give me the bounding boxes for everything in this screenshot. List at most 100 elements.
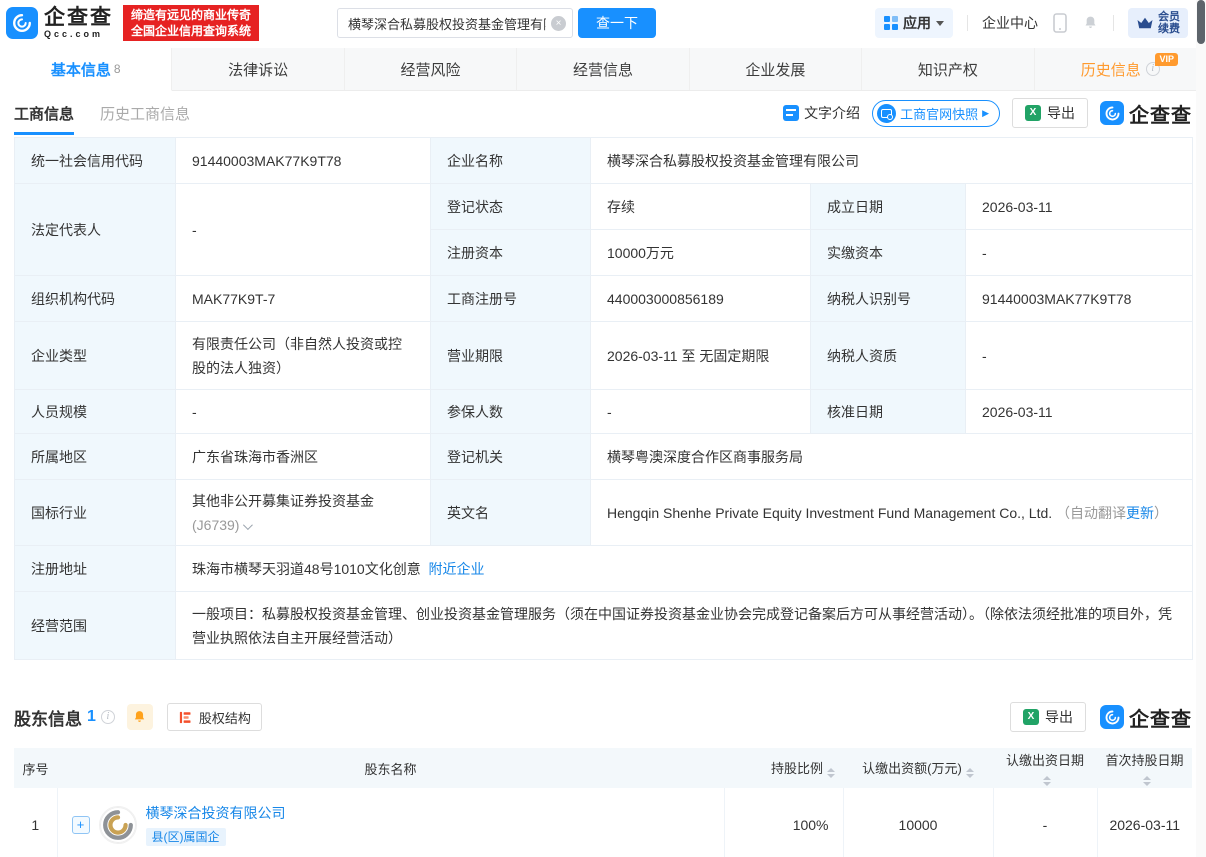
brand-slogan: 缔造有远见的商业传奇 全国企业信用查询系统: [123, 5, 259, 41]
field-value: 91440003MAK77K9T78: [966, 276, 1193, 322]
qcc-watermark-logo: 企查查: [1100, 99, 1192, 128]
search-button[interactable]: 查一下: [578, 8, 656, 38]
scrollbar-thumb[interactable]: [1197, 0, 1205, 44]
info-icon[interactable]: i: [101, 710, 115, 724]
export-button[interactable]: X 导出: [1012, 98, 1088, 128]
state-owned-tag[interactable]: 县(区)属国企: [146, 828, 226, 846]
slogan-line2: 全国企业信用查询系统: [131, 23, 251, 39]
tab-count: 8: [114, 62, 121, 76]
col-ratio-sort[interactable]: 持股比例: [724, 748, 843, 788]
date-value: -: [993, 788, 1097, 857]
snapshot-camera-icon: [877, 104, 896, 123]
business-registration-table: 统一社会信用代码 91440003MAK77K9T78 企业名称 横琴深合私募股…: [14, 137, 1193, 660]
excel-icon: X: [1023, 709, 1039, 725]
field-label: 实缴资本: [811, 230, 966, 276]
subtab-history-registration[interactable]: 历史工商信息: [100, 103, 190, 124]
address-text: 珠海市横琴天羽道48号1010文化创意: [192, 561, 421, 577]
tab-operation-risk[interactable]: 经营风险: [345, 48, 517, 90]
excel-icon: X: [1025, 105, 1041, 121]
field-label: 注册地址: [15, 546, 176, 592]
field-value-industry: 其他非公开募集证券投资基金 (J6739): [176, 480, 431, 546]
field-label: 企业名称: [431, 138, 591, 184]
field-value-english-name: Hengqin Shenhe Private Equity Investment…: [591, 480, 1193, 546]
crown-icon: [1136, 15, 1154, 31]
notification-bell-icon[interactable]: [1082, 14, 1099, 32]
col-amount-sort[interactable]: 认缴出资额(万元): [843, 748, 993, 788]
expand-plus-button[interactable]: +: [72, 816, 90, 834]
shareholders-title: 股东信息: [14, 705, 82, 730]
tab-intellectual-property[interactable]: 知识产权: [862, 48, 1034, 90]
field-label: 营业期限: [431, 322, 591, 390]
field-label: 企业类型: [15, 322, 176, 390]
chevron-down-icon: [936, 21, 944, 26]
field-label: 统一社会信用代码: [15, 138, 176, 184]
search-input[interactable]: [337, 8, 573, 38]
field-value-address: 珠海市横琴天羽道48号1010文化创意 附近企业: [176, 546, 1193, 592]
equity-structure-button[interactable]: 股权结构: [167, 703, 262, 731]
main-nav-tabs: 基本信息8 法律诉讼 经营风险 经营信息 企业发展 知识产权 历史信息 i VI…: [0, 48, 1206, 91]
qcc-swirl-icon: [11, 12, 33, 34]
first-date-value: 2026-03-11: [1097, 788, 1192, 857]
col-date-sort[interactable]: 认缴出资日期: [993, 748, 1097, 788]
qcc-logo-icon: [1100, 705, 1124, 729]
field-label: 登记状态: [431, 184, 591, 230]
field-value: 2026-03-11: [966, 184, 1193, 230]
monitor-bell-button[interactable]: [127, 704, 153, 730]
field-label: 注册资本: [431, 230, 591, 276]
qcc-logo-icon[interactable]: [6, 7, 38, 39]
subtab-business-registration[interactable]: 工商信息: [14, 103, 74, 135]
industry-name: 其他非公开募集证券投资基金: [192, 489, 414, 513]
section-toolbar: 工商信息 历史工商信息 文字介绍 工商官网快照 ▶ X 导出 企查查: [0, 93, 1206, 133]
field-label: 所属地区: [15, 434, 176, 480]
tab-history-info[interactable]: 历史信息 i VIP: [1035, 48, 1206, 90]
apps-grid-icon: [884, 16, 898, 30]
export-button[interactable]: X 导出: [1010, 702, 1086, 732]
search-area: × 查一下: [337, 8, 656, 38]
clear-search-icon[interactable]: ×: [551, 16, 566, 31]
field-value: -: [176, 390, 431, 434]
header-right: 应用 企业中心 会员续费: [875, 8, 1188, 38]
scrollbar-track[interactable]: [1196, 0, 1206, 857]
row-number: 1: [14, 788, 57, 857]
qcc-logo-icon: [1100, 101, 1124, 125]
chevron-down-icon: [243, 520, 253, 530]
industry-code-row[interactable]: (J6739): [192, 513, 414, 537]
col-shareholder-name: 股东名称: [57, 748, 724, 788]
shareholder-company-logo[interactable]: [99, 806, 137, 844]
field-label: 法定代表人: [15, 184, 176, 276]
qcc-watermark-logo: 企查查: [1100, 703, 1192, 732]
bell-icon: [132, 709, 147, 725]
text-intro-button[interactable]: 文字介绍: [783, 103, 860, 123]
field-value: 横琴深合私募股权投资基金管理有限公司: [591, 138, 1193, 184]
official-snapshot-button[interactable]: 工商官网快照 ▶: [872, 100, 1000, 127]
field-label: 成立日期: [811, 184, 966, 230]
tab-company-development[interactable]: 企业发展: [690, 48, 862, 90]
shareholders-header: 股东信息 1 i 股权结构 X 导出 企查查: [14, 702, 1192, 732]
shareholders-table-header: 序号 股东名称 持股比例 认缴出资额(万元) 认缴出资日期 首次持股日期: [14, 748, 1192, 788]
field-label: 人员规模: [15, 390, 176, 434]
col-first-date-sort[interactable]: 首次持股日期: [1097, 748, 1192, 788]
field-value: 2026-03-11 至 无固定期限: [591, 322, 811, 390]
sort-icons: [827, 768, 835, 778]
enterprise-center-link[interactable]: 企业中心: [982, 13, 1038, 33]
sort-icons: [966, 768, 974, 778]
tab-legal-litigation[interactable]: 法律诉讼: [172, 48, 344, 90]
field-label: 工商注册号: [431, 276, 591, 322]
translate-note-close: ）: [1154, 505, 1168, 521]
tab-operation-info[interactable]: 经营信息: [517, 48, 689, 90]
translate-refresh-link[interactable]: 更新: [1126, 505, 1154, 521]
vip-renew-button[interactable]: 会员续费: [1128, 8, 1188, 38]
shareholder-name-cell: + 横琴深合投资有限公司 县(区)属国企: [66, 803, 716, 846]
tab-basic-info[interactable]: 基本信息8: [0, 48, 172, 91]
equity-structure-icon: [178, 710, 193, 725]
field-value: 横琴粤澳深度合作区商事服务局: [591, 434, 1193, 480]
field-value: -: [591, 390, 811, 434]
sort-icons: [1043, 776, 1051, 786]
apps-menu-button[interactable]: 应用: [875, 8, 953, 38]
field-value: -: [966, 230, 1193, 276]
nearby-companies-link[interactable]: 附近企业: [429, 561, 485, 577]
mobile-app-icon[interactable]: [1052, 13, 1068, 33]
field-label: 纳税人资质: [811, 322, 966, 390]
sort-icons: [1143, 776, 1151, 786]
shareholder-company-link[interactable]: 横琴深合投资有限公司: [146, 805, 286, 821]
